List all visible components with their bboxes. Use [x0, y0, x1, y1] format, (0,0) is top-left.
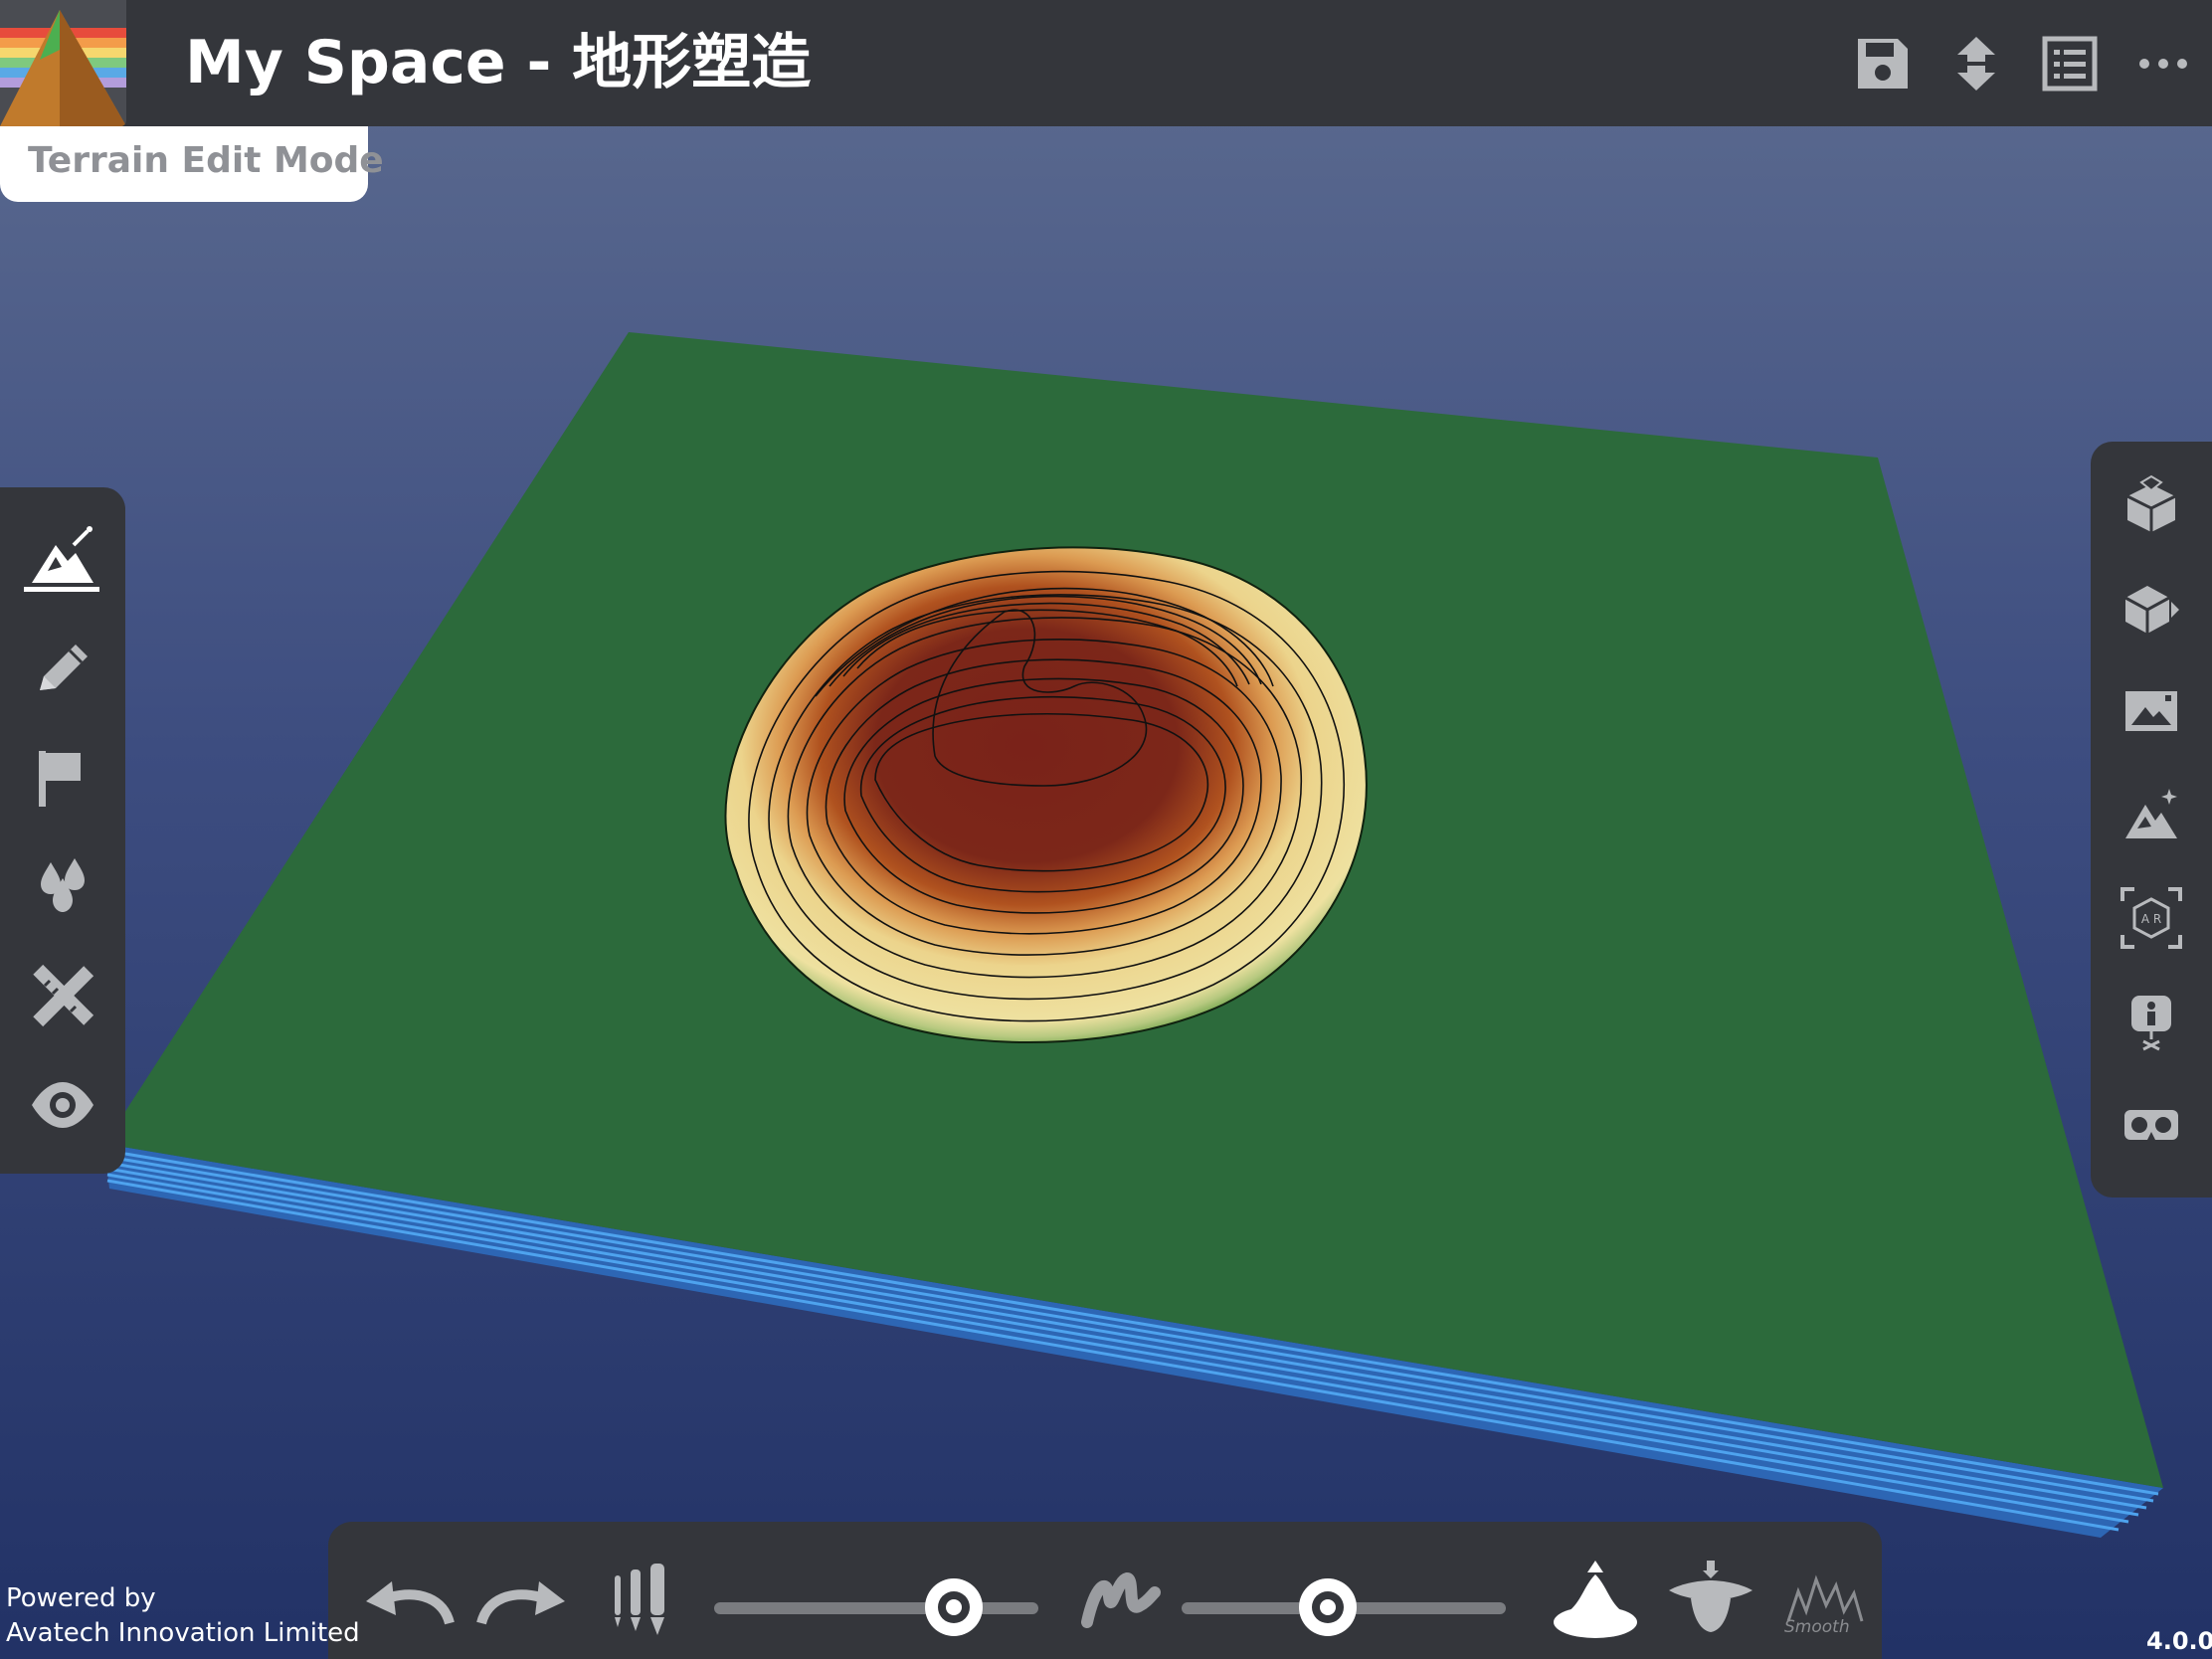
- vr-headset-icon: [2124, 1110, 2178, 1140]
- lower-terrain-button[interactable]: [1659, 1561, 1762, 1641]
- box-top-view-icon: [2126, 474, 2176, 532]
- undo-icon: [366, 1581, 455, 1625]
- powered-by-line2: Avatech Innovation Limited: [6, 1618, 360, 1648]
- terrain-edit-icon: [32, 526, 93, 583]
- measure-tool[interactable]: [22, 955, 103, 1036]
- flag-tool[interactable]: [22, 736, 103, 818]
- water-tool[interactable]: [22, 843, 103, 925]
- import-export-button[interactable]: [1945, 33, 2007, 94]
- water-drops-icon: [41, 858, 85, 912]
- brush-size-button[interactable]: [593, 1562, 692, 1641]
- terrain-sparkle-icon: [2125, 789, 2177, 838]
- left-toolbar: [0, 487, 125, 1174]
- smooth-label: Smooth: [1784, 1617, 1850, 1637]
- more-icon: [2139, 59, 2187, 69]
- brush-size-track: [714, 1602, 1038, 1614]
- brush-stroke-icon: [1081, 1571, 1161, 1628]
- mode-badge: Terrain Edit Mode: [0, 126, 384, 202]
- lower-terrain-icon: [1669, 1561, 1752, 1632]
- app-title: My Space - 地形塑造: [185, 28, 812, 97]
- pencil-tool[interactable]: [22, 627, 103, 708]
- terrain-generate-button[interactable]: [2109, 772, 2194, 857]
- undo-button[interactable]: [358, 1562, 458, 1641]
- view-tool[interactable]: [22, 1064, 103, 1146]
- brush-strength-button[interactable]: [1070, 1562, 1170, 1641]
- brush-strength-knob[interactable]: [1298, 1578, 1357, 1636]
- version-label: 4.0.0i: [2146, 1627, 2212, 1655]
- pencil-icon: [40, 645, 88, 690]
- powered-by-line1: Powered by: [6, 1583, 156, 1613]
- redo-button[interactable]: [473, 1562, 573, 1641]
- image-overlay-button[interactable]: [2109, 668, 2194, 754]
- brush-strength-slider[interactable]: [1182, 1577, 1506, 1637]
- bottom-toolbar: Smooth: [328, 1522, 1882, 1659]
- title-bar: My Space - 地形塑造: [0, 0, 2212, 126]
- ruler-pencil-icon: [33, 964, 94, 1027]
- app-logo[interactable]: [0, 0, 126, 126]
- box-side-view-icon: [2124, 586, 2179, 634]
- eye-icon: [32, 1082, 93, 1128]
- side-view-button[interactable]: [2109, 565, 2194, 650]
- list-button[interactable]: [2039, 33, 2101, 94]
- terrain-viewport[interactable]: [0, 0, 2212, 1659]
- flag-icon: [39, 751, 81, 807]
- selected-tool-indicator: [24, 587, 99, 592]
- raise-terrain-icon: [1554, 1561, 1637, 1638]
- import-export-icon: [1949, 37, 2003, 91]
- ar-button[interactable]: A R: [2109, 875, 2194, 961]
- list-icon: [2042, 36, 2098, 92]
- smooth-terrain-button[interactable]: Smooth: [1772, 1562, 1876, 1641]
- brush-sizes-icon: [615, 1564, 664, 1635]
- redo-icon: [476, 1581, 565, 1625]
- powered-by: Powered by Avatech Innovation Limited: [6, 1581, 360, 1651]
- top-actions: [1852, 20, 2194, 107]
- vr-button[interactable]: [2109, 1082, 2194, 1168]
- person-view-icon: [2131, 996, 2171, 1051]
- top-view-button[interactable]: [2109, 461, 2194, 547]
- more-button[interactable]: [2132, 33, 2194, 94]
- ar-icon: A R: [2120, 887, 2182, 949]
- save-button[interactable]: [1852, 33, 1914, 94]
- image-terrain-icon: [2125, 691, 2177, 731]
- brush-size-knob[interactable]: [925, 1578, 984, 1636]
- save-icon: [1858, 39, 1908, 89]
- person-view-button[interactable]: [2109, 979, 2194, 1064]
- raise-terrain-button[interactable]: [1544, 1561, 1647, 1641]
- right-toolbar: A R: [2091, 442, 2212, 1198]
- brush-size-slider[interactable]: [714, 1577, 1038, 1637]
- svg-text:A R: A R: [2141, 912, 2161, 926]
